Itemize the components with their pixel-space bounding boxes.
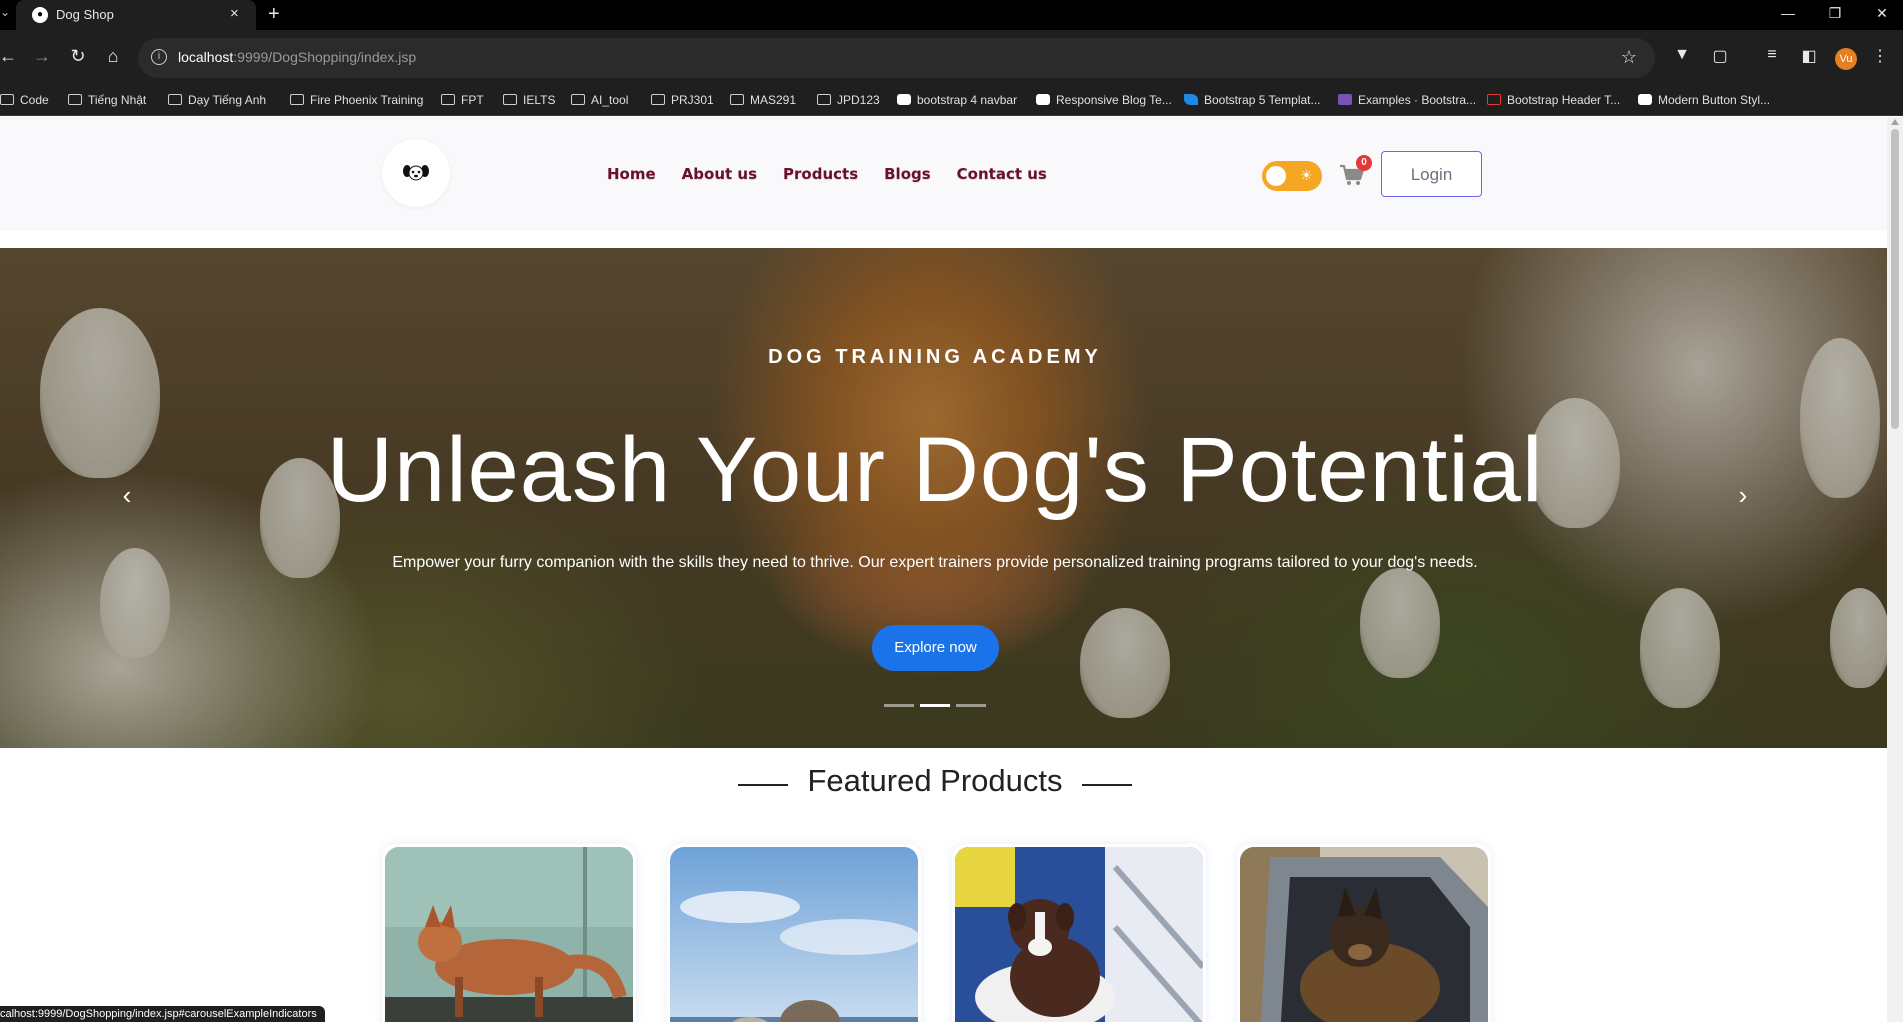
home-icon[interactable]: ⌂ xyxy=(101,46,125,67)
browser-toolbar: ← → ↻ ⌂ i localhost:9999/DogShopping/ind… xyxy=(0,30,1903,86)
carousel-indicators xyxy=(884,704,986,707)
sun-icon: ☀ xyxy=(1300,167,1313,183)
nav-about-us[interactable]: About us xyxy=(682,165,757,183)
profile-avatar[interactable]: Vu xyxy=(1835,48,1857,70)
bookmark-bootstrap-header[interactable]: Bootstrap Header T... xyxy=(1487,93,1620,107)
arrow-site-icon xyxy=(1184,94,1198,105)
bookmark-ai-tool[interactable]: AI_tool xyxy=(571,93,628,107)
folder-icon xyxy=(651,94,665,105)
tab-close-icon[interactable]: × xyxy=(230,5,239,22)
page-viewport: Home About us Products Blogs Contact us … xyxy=(0,117,1903,1022)
bookmark-ielts[interactable]: IELTS xyxy=(503,93,555,107)
bookmark-jpd123[interactable]: JPD123 xyxy=(817,93,880,107)
folder-icon xyxy=(68,94,82,105)
product-card[interactable] xyxy=(952,844,1206,1022)
bookmark-day-tieng-anh[interactable]: Dạy Tiếng Anh xyxy=(168,93,266,107)
product-image-fox-dog[interactable] xyxy=(385,847,633,1022)
vpn-extension-icon[interactable]: ▼ xyxy=(1670,46,1694,64)
site-icon xyxy=(1638,94,1652,105)
nav-products[interactable]: Products xyxy=(783,165,858,183)
new-tab-plus-icon[interactable]: + xyxy=(268,3,280,26)
cart-count-badge: 0 xyxy=(1356,155,1372,171)
nav-contact-us[interactable]: Contact us xyxy=(957,165,1047,183)
red-site-icon xyxy=(1487,94,1501,105)
hero-description: Empower your furry companion with the sk… xyxy=(392,554,1478,571)
browser-tab-bar: ⌄ ● Dog Shop × + — ❐ ✕ xyxy=(0,0,1903,30)
bookmark-star-icon[interactable]: ☆ xyxy=(1621,47,1637,68)
site-icon xyxy=(1036,94,1050,105)
bookmark-examples-bootstrap[interactable]: Examples · Bootstra... xyxy=(1338,93,1476,107)
site-info-icon[interactable]: i xyxy=(151,49,167,65)
bookmark-mas291[interactable]: MAS291 xyxy=(730,93,796,107)
bookmark-code[interactable]: Code xyxy=(0,93,49,107)
browser-tab[interactable]: ● Dog Shop × xyxy=(16,0,256,30)
product-card[interactable] xyxy=(667,844,921,1022)
menu-kebab-icon[interactable]: ⋮ xyxy=(1868,46,1892,66)
main-nav: Home About us Products Blogs Contact us xyxy=(607,165,1047,183)
dog-favicon-icon: ● xyxy=(32,7,48,23)
forward-arrow-icon[interactable]: → xyxy=(30,46,54,67)
product-card[interactable] xyxy=(1237,844,1491,1022)
product-image-beach-dog[interactable] xyxy=(670,847,918,1022)
nav-blogs[interactable]: Blogs xyxy=(884,165,931,183)
folder-icon xyxy=(503,94,517,105)
carousel-indicator[interactable] xyxy=(956,704,986,707)
site-logo[interactable] xyxy=(382,139,450,207)
restore-icon[interactable]: ❐ xyxy=(1815,5,1855,22)
back-arrow-icon[interactable]: ← xyxy=(0,46,20,67)
hero-eyebrow: DOG TRAINING ACADEMY xyxy=(768,346,1102,368)
site-header: Home About us Products Blogs Contact us … xyxy=(0,117,1887,231)
tab-title: Dog Shop xyxy=(56,7,114,22)
folder-icon xyxy=(571,94,585,105)
login-button[interactable]: Login xyxy=(1381,151,1482,197)
dog-face-logo-icon xyxy=(403,165,429,181)
extensions-puzzle-icon[interactable]: ▢ xyxy=(1708,46,1732,66)
side-panel-icon[interactable]: ◧ xyxy=(1797,46,1821,66)
hero-carousel: DOG TRAINING ACADEMY Unleash Your Dog's … xyxy=(0,248,1887,748)
scroll-up-arrow-icon[interactable] xyxy=(1891,119,1899,125)
bookmark-bootstrap4-navbar[interactable]: bootstrap 4 navbar xyxy=(897,93,1017,107)
product-card[interactable] xyxy=(382,844,636,1022)
carousel-indicator-active[interactable] xyxy=(920,704,950,707)
url-text[interactable]: localhost:9999/DogShopping/index.jsp xyxy=(178,49,416,65)
status-bar-url: calhost:9999/DogShopping/index.jsp#carou… xyxy=(0,1006,325,1022)
bookmark-modern-button[interactable]: Modern Button Styl... xyxy=(1638,93,1770,107)
carousel-prev-chevron-icon[interactable]: ‹ xyxy=(112,480,142,516)
theme-toggle[interactable]: ☀ xyxy=(1262,161,1322,191)
heading-right-line xyxy=(1082,784,1132,786)
folder-icon xyxy=(0,94,14,105)
product-image-puppy[interactable] xyxy=(955,847,1203,1022)
featured-heading: Featured Products xyxy=(0,757,1870,798)
bookmark-fpt[interactable]: FPT xyxy=(441,93,484,107)
tab-search-chevron-icon[interactable]: ⌄ xyxy=(0,5,10,25)
folder-icon xyxy=(168,94,182,105)
bootstrap-icon xyxy=(1338,94,1352,105)
folder-icon xyxy=(441,94,455,105)
folder-icon xyxy=(730,94,744,105)
bookmark-fire-phoenix[interactable]: Fire Phoenix Training xyxy=(290,93,423,107)
close-window-icon[interactable]: ✕ xyxy=(1862,5,1902,22)
bookmark-responsive-blog[interactable]: Responsive Blog Te... xyxy=(1036,93,1172,107)
hero-title: Unleash Your Dog's Potential xyxy=(326,419,1544,521)
featured-title: Featured Products xyxy=(807,763,1063,798)
folder-icon xyxy=(817,94,831,105)
bookmarks-bar: Code Tiếng Nhật Dạy Tiếng Anh Fire Phoen… xyxy=(0,86,1903,116)
bookmark-prj301[interactable]: PRJ301 xyxy=(651,93,714,107)
carousel-indicator[interactable] xyxy=(884,704,914,707)
site-icon xyxy=(897,94,911,105)
address-bar[interactable]: i localhost:9999/DogShopping/index.jsp ☆ xyxy=(138,38,1655,78)
reload-icon[interactable]: ↻ xyxy=(66,46,90,67)
carousel-next-chevron-icon[interactable]: › xyxy=(1728,480,1758,516)
scroll-thumb[interactable] xyxy=(1891,129,1899,429)
bookmark-tieng-nhat[interactable]: Tiếng Nhật xyxy=(68,93,146,107)
page-scrollbar[interactable] xyxy=(1887,117,1903,1022)
media-control-icon[interactable]: ≡ xyxy=(1760,46,1784,64)
explore-now-button[interactable]: Explore now xyxy=(872,625,999,671)
nav-home[interactable]: Home xyxy=(607,165,656,183)
toggle-knob xyxy=(1266,166,1286,186)
folder-icon xyxy=(290,94,304,105)
minimize-icon[interactable]: — xyxy=(1768,5,1808,21)
bookmark-bootstrap5-template[interactable]: Bootstrap 5 Templat... xyxy=(1184,93,1321,107)
product-image-german-shepherd[interactable] xyxy=(1240,847,1488,1022)
